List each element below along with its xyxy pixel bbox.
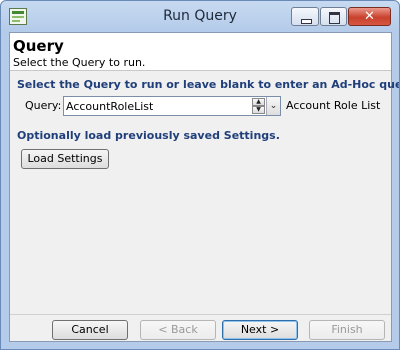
chevron-down-icon[interactable]: ⌄ bbox=[266, 97, 280, 115]
spin-down-icon[interactable]: ▼ bbox=[252, 106, 265, 114]
back-button[interactable]: < Back bbox=[140, 320, 216, 340]
next-button[interactable]: Next > bbox=[222, 320, 298, 340]
query-combobox[interactable]: ▲ ▼ ⌄ bbox=[63, 96, 281, 116]
run-query-dialog: Run Query ✕ Query Select the Query to ru… bbox=[0, 0, 400, 350]
page-title: Query bbox=[13, 37, 64, 55]
load-settings-button[interactable]: Load Settings bbox=[21, 149, 109, 169]
query-description: Account Role List bbox=[286, 99, 381, 112]
wizard-footer: Cancel < Back Next > Finish bbox=[10, 314, 391, 342]
maximize-button[interactable] bbox=[320, 7, 347, 26]
finish-button[interactable]: Finish bbox=[309, 320, 385, 340]
minimize-button[interactable] bbox=[291, 7, 319, 26]
title-bar[interactable]: Run Query ✕ bbox=[1, 1, 399, 31]
query-input[interactable] bbox=[66, 98, 252, 114]
wizard-header: Query Select the Query to run. bbox=[10, 33, 391, 71]
query-instruction: Select the Query to run or leave blank t… bbox=[17, 78, 400, 91]
dialog-body: Query Select the Query to run. Select th… bbox=[9, 32, 399, 342]
cancel-button[interactable]: Cancel bbox=[52, 320, 128, 340]
close-icon: ✕ bbox=[364, 9, 375, 24]
close-button[interactable]: ✕ bbox=[348, 7, 391, 26]
spin-up-icon[interactable]: ▲ bbox=[252, 98, 265, 106]
query-spinner[interactable]: ▲ ▼ bbox=[252, 98, 265, 114]
query-label: Query: bbox=[25, 99, 62, 112]
settings-instruction: Optionally load previously saved Setting… bbox=[17, 129, 280, 142]
page-subtitle: Select the Query to run. bbox=[13, 56, 146, 69]
